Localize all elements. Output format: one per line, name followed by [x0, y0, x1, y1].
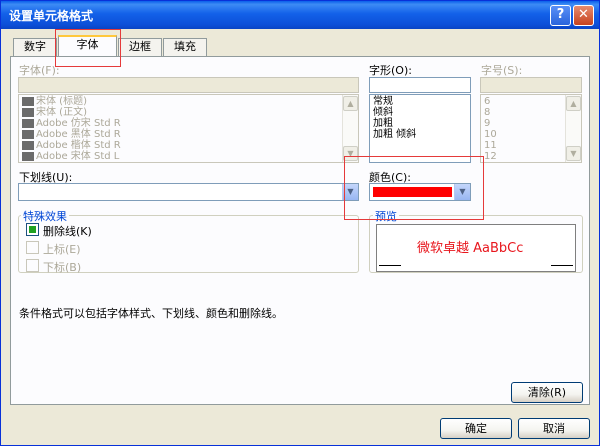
truetype-font-icon	[22, 107, 34, 117]
list-item: Adobe 黑体 Std R	[22, 129, 121, 140]
opentype-font-icon	[22, 129, 34, 139]
style-input[interactable]	[369, 77, 471, 93]
font-input	[18, 77, 359, 93]
strikethrough-label: 删除线(K)	[43, 225, 92, 238]
scroll-down-icon[interactable]: ▼	[566, 146, 581, 161]
list-item: 12	[484, 151, 497, 162]
size-input	[480, 77, 582, 93]
tab-fill[interactable]: 填充	[163, 38, 207, 56]
font-label: 字体(F):	[19, 64, 60, 77]
list-item: 11	[484, 140, 497, 151]
font-list-scrollbar[interactable]: ▲ ▼	[342, 95, 358, 162]
list-item: Adobe 仿宋 Std R	[22, 118, 121, 129]
list-item[interactable]: 加粗	[373, 118, 393, 129]
truetype-font-icon	[22, 96, 34, 106]
size-list: 6 8 9 10 11 12 ▲ ▼	[480, 94, 582, 163]
style-list[interactable]: 常规 倾斜 加粗 加粗 倾斜	[369, 94, 471, 163]
strikethrough-checkbox[interactable]	[26, 223, 39, 236]
check-mark-icon	[29, 226, 36, 233]
highlight-font-tab	[55, 29, 121, 67]
opentype-font-icon	[22, 151, 34, 161]
dialog-title: 设置单元格格式	[9, 9, 94, 23]
list-item: Adobe 宋体 Std L	[22, 151, 119, 162]
info-text: 条件格式可以包括字体样式、下划线、颜色和删除线。	[19, 307, 283, 320]
superscript-label: 上标(E)	[43, 243, 81, 256]
list-item: 9	[484, 118, 491, 129]
preview-baseline-right	[551, 265, 573, 266]
close-button[interactable]: ✕	[573, 5, 594, 26]
list-item[interactable]: 倾斜	[373, 107, 393, 118]
cancel-button[interactable]: 取消	[518, 418, 590, 439]
list-item: 6	[484, 96, 491, 107]
list-item[interactable]: 加粗 倾斜	[373, 129, 416, 140]
subscript-label: 下标(B)	[43, 261, 82, 274]
help-button[interactable]: ?	[550, 5, 571, 26]
list-item: 8	[484, 107, 491, 118]
opentype-font-icon	[22, 140, 34, 150]
subscript-checkbox	[26, 259, 39, 272]
tab-border[interactable]: 边框	[118, 38, 162, 56]
superscript-checkbox	[26, 241, 39, 254]
preview-baseline-left	[379, 265, 401, 266]
list-item: 宋体 (标题)	[22, 96, 87, 107]
list-item: 宋体 (正文)	[22, 107, 87, 118]
ok-button[interactable]: 确定	[440, 418, 512, 439]
list-item: 10	[484, 129, 497, 140]
highlight-color-area	[344, 156, 484, 220]
underline-select[interactable]: ▼	[18, 183, 359, 201]
list-item: Adobe 楷体 Std R	[22, 140, 121, 151]
size-list-scrollbar[interactable]: ▲ ▼	[565, 95, 581, 162]
format-cells-dialog: 设置单元格格式 ? ✕ 数字 字体 边框 填充 字体(F): 宋体 (标题) 宋…	[0, 0, 600, 446]
scroll-up-icon[interactable]: ▲	[343, 96, 358, 111]
size-label: 字号(S):	[481, 64, 523, 77]
preview-box: 微软卓越 AaBbCc	[376, 224, 576, 272]
list-item[interactable]: 常规	[373, 96, 393, 107]
font-list: 宋体 (标题) 宋体 (正文) Adobe 仿宋 Std R Adobe 黑体 …	[18, 94, 359, 163]
title-bar: 设置单元格格式 ? ✕	[1, 1, 599, 29]
tab-number[interactable]: 数字	[13, 38, 57, 56]
effects-title: 特殊效果	[21, 208, 69, 224]
style-label: 字形(O):	[369, 64, 412, 77]
opentype-font-icon	[22, 118, 34, 128]
clear-button[interactable]: 清除(R)	[511, 382, 583, 403]
scroll-up-icon[interactable]: ▲	[566, 96, 581, 111]
preview-text: 微软卓越 AaBbCc	[417, 241, 524, 256]
